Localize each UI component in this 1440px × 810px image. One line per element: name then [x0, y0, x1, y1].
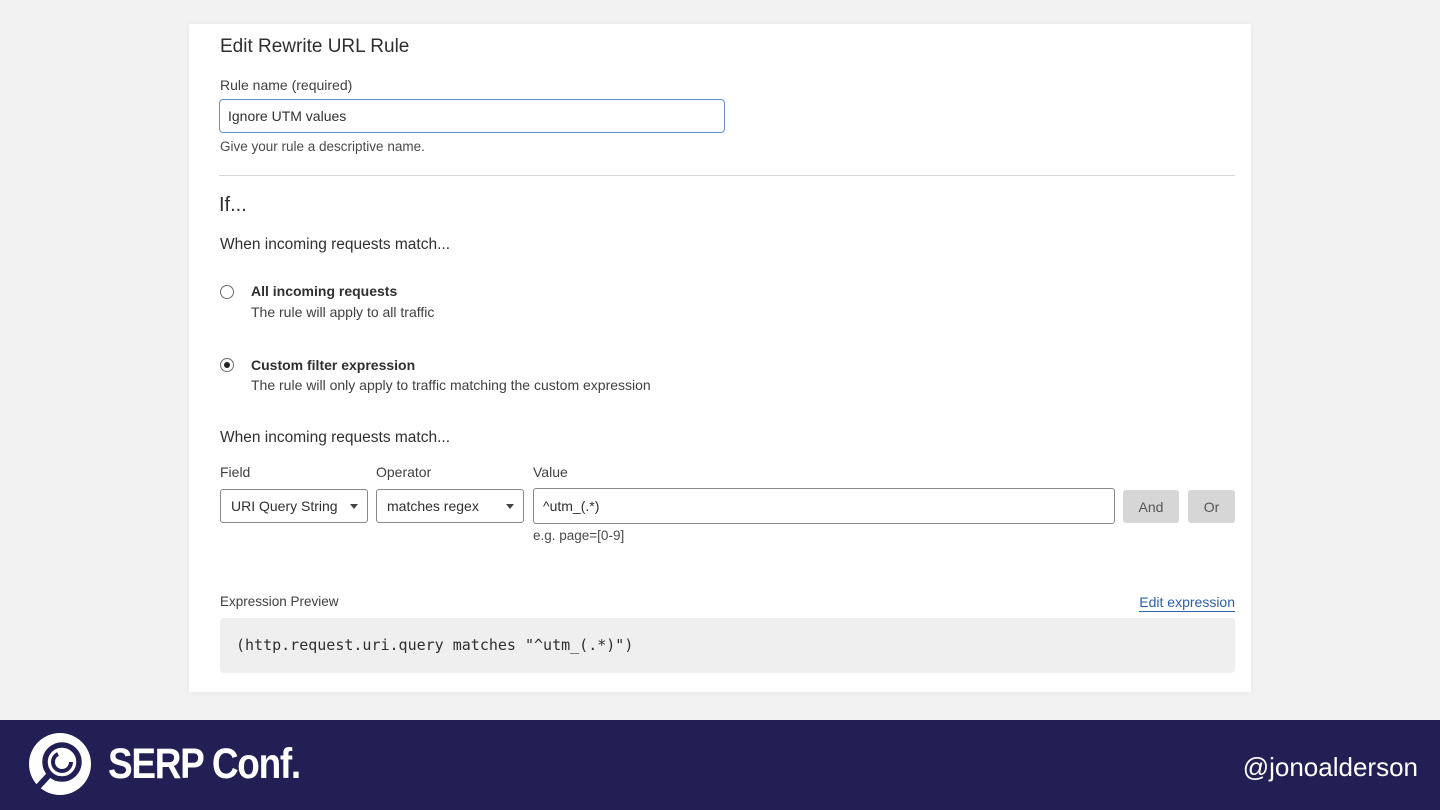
- match-heading: When incoming requests match...: [220, 236, 451, 253]
- option-custom-filter-title: Custom filter expression: [251, 357, 416, 373]
- option-all-requests-title: All incoming requests: [251, 283, 398, 299]
- value-input[interactable]: [533, 488, 1115, 524]
- value-hint: e.g. page=[0-9]: [533, 528, 625, 543]
- option-custom-filter-description: The rule will only apply to traffic matc…: [251, 377, 651, 393]
- twitter-handle: @jonoalderson: [1242, 752, 1418, 782]
- footer-banner: SERP Conf. @jonoalderson: [0, 720, 1440, 810]
- field-label: Field: [220, 464, 251, 480]
- page-title: Edit Rewrite URL Rule: [220, 36, 410, 57]
- or-button[interactable]: Or: [1188, 490, 1235, 523]
- match-heading-filter: When incoming requests match...: [220, 429, 451, 446]
- operator-select[interactable]: matches regex: [376, 489, 524, 523]
- rule-name-label: Rule name (required): [220, 77, 353, 93]
- value-label: Value: [533, 464, 568, 480]
- expression-preview-label: Expression Preview: [220, 594, 339, 609]
- and-button[interactable]: And: [1123, 490, 1179, 523]
- divider: [219, 175, 1235, 176]
- option-all-requests-description: The rule will apply to all traffic: [251, 304, 435, 320]
- chevron-down-icon: [350, 504, 358, 509]
- chevron-down-icon: [506, 504, 514, 509]
- rewrite-rule-panel: Edit Rewrite URL Rule Rule name (require…: [189, 24, 1251, 692]
- expression-preview-box: (http.request.uri.query matches "^utm_(.…: [220, 618, 1235, 673]
- rule-name-help: Give your rule a descriptive name.: [220, 139, 425, 154]
- brand-name: SERP Conf.: [108, 740, 301, 788]
- operator-select-value: matches regex: [387, 498, 479, 514]
- if-heading: If...: [219, 194, 247, 216]
- expression-preview-text: (http.request.uri.query matches "^utm_(.…: [236, 636, 634, 654]
- edit-expression-link[interactable]: Edit expression: [1139, 594, 1235, 612]
- rule-name-input[interactable]: [219, 99, 725, 133]
- serp-conf-logo-icon: [29, 733, 91, 795]
- field-select-value: URI Query String: [231, 498, 338, 514]
- radio-custom-filter-expression[interactable]: [220, 358, 234, 372]
- operator-label: Operator: [376, 464, 432, 480]
- field-select[interactable]: URI Query String: [220, 489, 368, 523]
- radio-all-incoming-requests[interactable]: [220, 285, 234, 299]
